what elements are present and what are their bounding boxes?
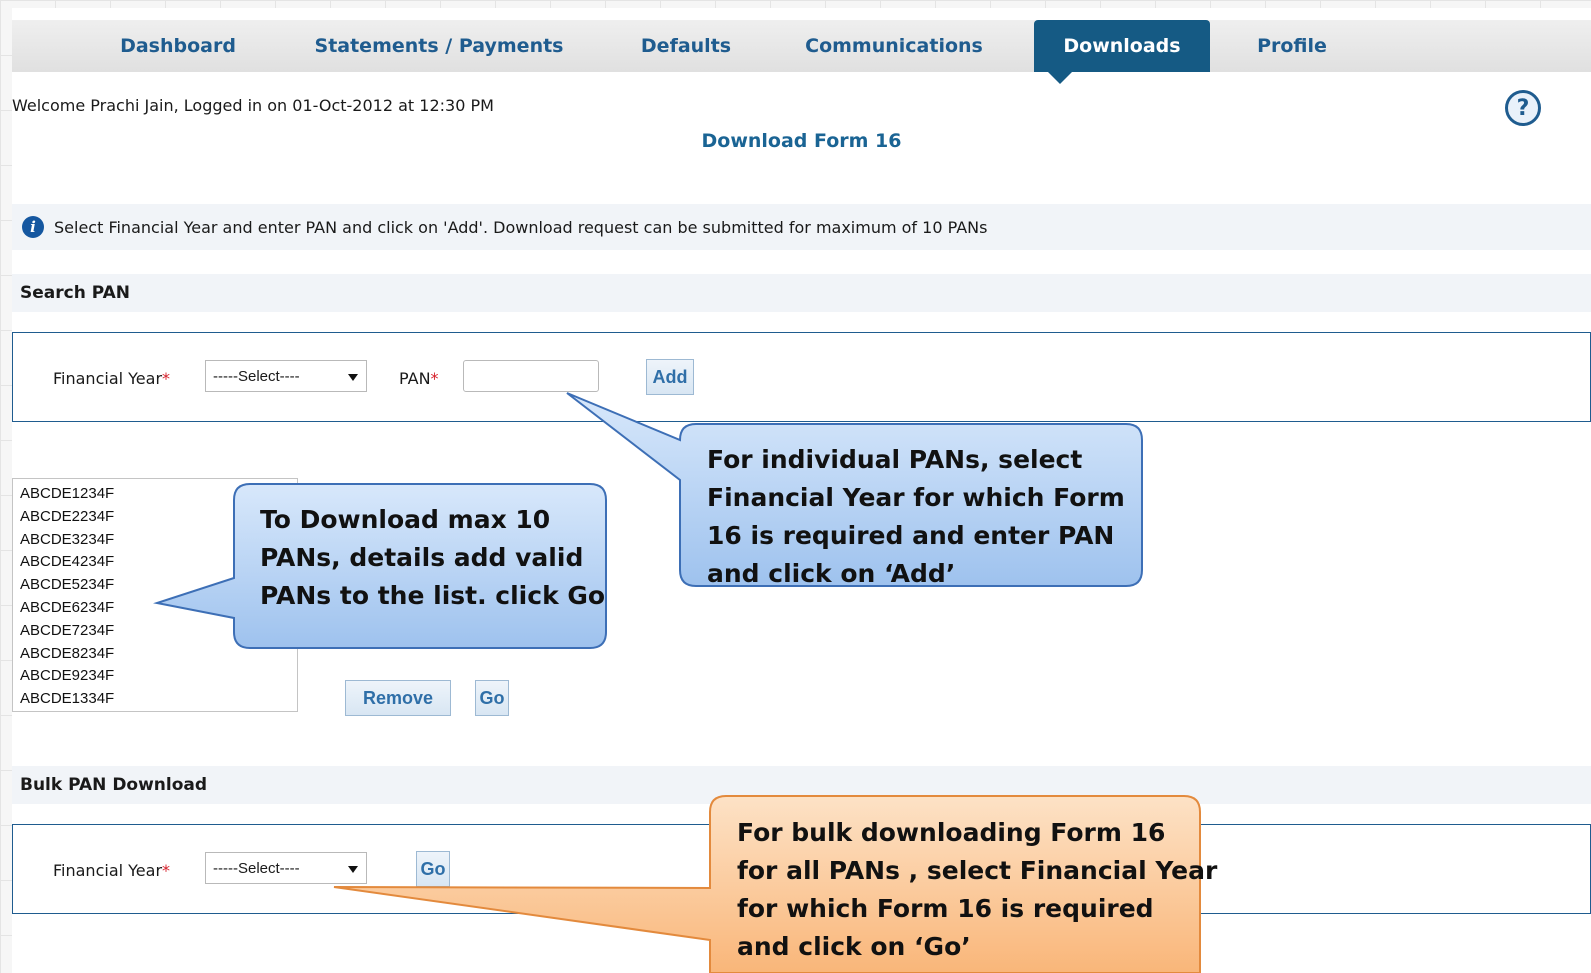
page: Dashboard Statements / Payments Defaults… [12, 8, 1591, 973]
callout-individual-text: For individual PANs, select Financial Ye… [707, 445, 1125, 588]
callout-list-text: To Download max 10 PANs, details add val… [260, 505, 606, 610]
callout-bulk-text: For bulk downloading Form 16 for all PAN… [737, 818, 1218, 961]
